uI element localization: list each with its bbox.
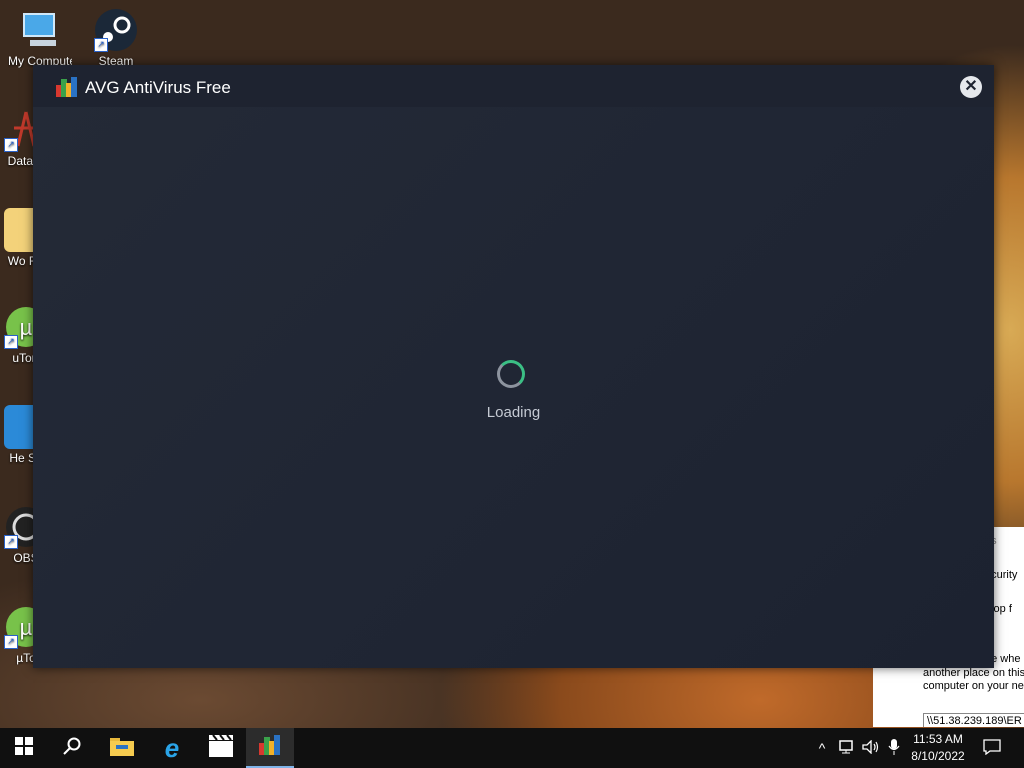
speaker-icon <box>862 738 880 757</box>
taskbar-internet-explorer[interactable]: e <box>148 728 196 768</box>
taskbar-clock[interactable]: 11:53 AM 8/10/2022 <box>902 731 974 765</box>
close-button[interactable]: ✕ <box>960 76 982 98</box>
clock-time: 11:53 AM <box>913 732 963 746</box>
microphone-icon <box>888 738 900 758</box>
bg-window-path-field[interactable]: \\51.38.239.189\ER <box>923 713 1024 727</box>
steam-icon: ↗ <box>94 8 138 52</box>
svg-text:µ: µ <box>20 315 33 340</box>
search-button[interactable] <box>48 728 96 768</box>
volume-button[interactable] <box>860 728 882 768</box>
loading-text: Loading <box>486 404 541 421</box>
loading-spinner <box>497 360 525 388</box>
taskbar-file-explorer[interactable] <box>98 728 146 768</box>
taskbar-media-app[interactable] <box>197 728 245 768</box>
start-button[interactable] <box>0 728 48 768</box>
close-icon: ✕ <box>964 78 978 95</box>
windows-icon <box>15 736 33 760</box>
svg-text:µ: µ <box>20 615 33 640</box>
internet-explorer-icon: e <box>164 732 180 763</box>
folder-icon <box>110 736 134 761</box>
clock-date: 8/10/2022 <box>911 749 965 763</box>
desktop-icon-my-computer[interactable]: My Computer <box>8 8 72 68</box>
avg-window: AVG AntiVirus Free ✕ Loading <box>33 65 994 668</box>
microphone-button[interactable] <box>884 728 904 768</box>
taskbar: e ^ 11:53 AM 8/10/2022 <box>0 728 1024 768</box>
avg-logo-icon <box>56 77 78 97</box>
bg-window-text: computer on your net <box>923 680 1024 692</box>
desktop-icon-steam[interactable]: ↗ Steam <box>84 8 148 68</box>
bg-window-text: another place on this <box>923 667 1024 679</box>
avg-window-title: AVG AntiVirus Free <box>85 78 231 97</box>
clapperboard-icon <box>209 733 233 762</box>
chevron-up-icon: ^ <box>818 740 826 756</box>
avg-logo-icon <box>259 734 281 760</box>
action-center-button[interactable] <box>978 728 1006 768</box>
notification-icon <box>983 738 1001 758</box>
avg-titlebar[interactable]: AVG AntiVirus Free ✕ <box>33 65 994 107</box>
computer-icon <box>18 8 62 52</box>
network-icon <box>839 739 855 757</box>
taskbar-avg[interactable] <box>246 728 294 768</box>
search-icon <box>63 737 81 760</box>
show-hidden-icons-button[interactable]: ^ <box>812 728 832 768</box>
network-button[interactable] <box>836 728 858 768</box>
